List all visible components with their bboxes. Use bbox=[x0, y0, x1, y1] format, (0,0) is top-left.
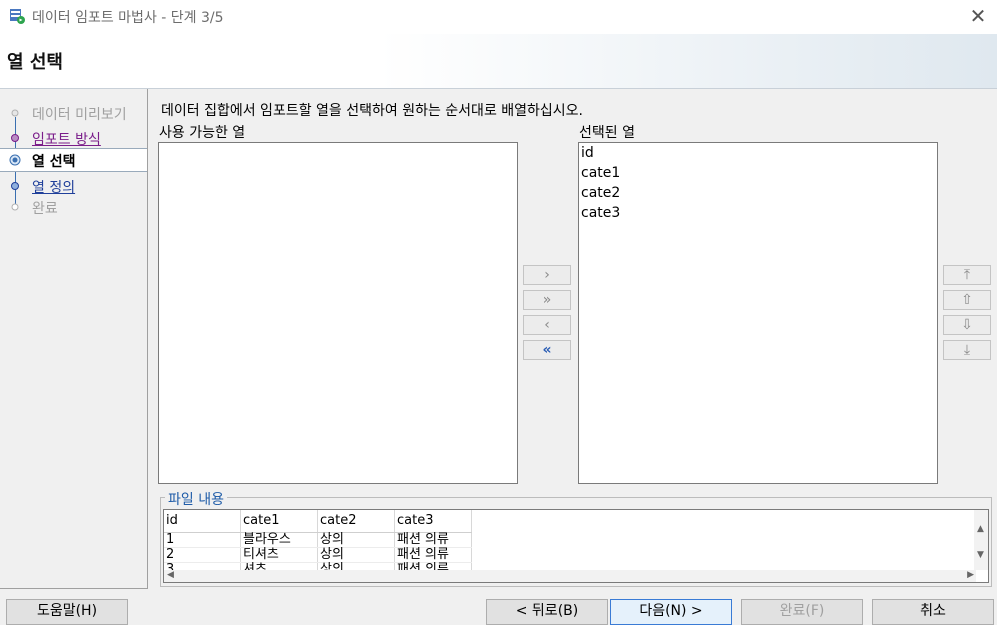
move-right-icon: › bbox=[544, 267, 550, 283]
title-bar: 데이터 임포트 마법사 - 단계 3/5 ✕ bbox=[0, 0, 997, 34]
move-top-button[interactable]: ⤒ bbox=[943, 265, 991, 285]
move-down-button[interactable]: ⇩ bbox=[943, 315, 991, 335]
move-left-icon: ‹ bbox=[544, 317, 550, 333]
file-content-grid[interactable]: id cate1 cate2 cate3 1 블라우스 상의 패션 의류 2 티… bbox=[163, 509, 989, 583]
step-pending-icon bbox=[11, 109, 19, 117]
nav-step-label[interactable]: 열 정의 bbox=[32, 177, 75, 197]
step-done-icon bbox=[11, 134, 19, 142]
nav-step-import-method[interactable]: 임포트 방식 bbox=[0, 127, 147, 149]
nav-step-label: 열 선택 bbox=[32, 154, 76, 170]
scroll-down-icon[interactable]: ▼ bbox=[977, 550, 984, 560]
nav-step-label[interactable]: 임포트 방식 bbox=[32, 129, 101, 149]
scroll-right-icon[interactable]: ▶ bbox=[967, 570, 974, 580]
scroll-up-icon[interactable]: ▲ bbox=[977, 524, 984, 534]
selected-columns-label: 선택된 열 bbox=[579, 125, 635, 141]
table-cell: 패션 의류 bbox=[394, 547, 472, 563]
table-row: 1 블라우스 상의 패션 의류 bbox=[164, 532, 472, 548]
finish-button[interactable]: 완료(F) bbox=[741, 599, 863, 625]
nav-step-label: 데이터 미리보기 bbox=[32, 107, 127, 123]
nav-step-data-preview: 데이터 미리보기 bbox=[0, 102, 147, 124]
table-row: 2 티셔츠 상의 패션 의류 bbox=[164, 547, 472, 563]
move-all-right-icon: » bbox=[542, 292, 552, 308]
window-title: 데이터 임포트 마법사 - 단계 3/5 bbox=[32, 10, 224, 26]
list-item[interactable]: cate1 bbox=[579, 163, 937, 183]
available-columns-list[interactable] bbox=[158, 142, 518, 484]
table-cell: 상의 bbox=[317, 547, 395, 563]
nav-step-define-columns[interactable]: 열 정의 bbox=[0, 175, 147, 197]
close-button[interactable]: ✕ bbox=[965, 4, 991, 28]
move-down-icon: ⇩ bbox=[961, 317, 973, 333]
instruction-text: 데이터 집합에서 임포트할 열을 선택하여 원하는 순서대로 배열하십시오. bbox=[161, 103, 583, 119]
list-item[interactable]: id bbox=[579, 143, 937, 163]
list-item[interactable]: cate2 bbox=[579, 183, 937, 203]
file-content-table: id cate1 cate2 cate3 1 블라우스 상의 패션 의류 2 티… bbox=[164, 510, 472, 578]
step-next-icon bbox=[11, 182, 19, 190]
next-button[interactable]: 다음(N) > bbox=[610, 599, 732, 625]
table-cell: 패션 의류 bbox=[394, 532, 472, 548]
move-up-icon: ⇧ bbox=[961, 292, 973, 308]
scroll-left-icon[interactable]: ◀ bbox=[167, 570, 174, 580]
table-cell: 1 bbox=[164, 532, 241, 548]
table-cell: 2 bbox=[164, 547, 241, 563]
file-content-legend: 파일 내용 bbox=[165, 489, 227, 509]
move-bottom-button[interactable]: ⤓ bbox=[943, 340, 991, 360]
selected-columns-list[interactable]: id cate1 cate2 cate3 bbox=[578, 142, 938, 484]
move-bottom-icon: ⤓ bbox=[963, 342, 971, 358]
page-title: 열 선택 bbox=[7, 52, 63, 73]
nav-step-label: 완료 bbox=[32, 201, 58, 217]
table-cell: 블라우스 bbox=[240, 532, 318, 548]
nav-step-finish: 완료 bbox=[0, 196, 147, 218]
column-header: cate3 bbox=[394, 510, 472, 533]
database-import-icon bbox=[9, 8, 25, 24]
wizard-header: 열 선택 bbox=[0, 34, 997, 89]
column-header: cate2 bbox=[317, 510, 395, 533]
column-header: cate1 bbox=[240, 510, 318, 533]
horizontal-scrollbar[interactable]: ◀ ▶ bbox=[164, 570, 976, 582]
move-right-button[interactable]: › bbox=[523, 265, 571, 285]
move-all-right-button[interactable]: » bbox=[523, 290, 571, 310]
move-up-button[interactable]: ⇧ bbox=[943, 290, 991, 310]
back-button[interactable]: < 뒤로(B) bbox=[486, 599, 608, 625]
table-cell: 티셔츠 bbox=[240, 547, 318, 563]
column-header: id bbox=[164, 510, 241, 533]
move-all-left-button[interactable]: « bbox=[523, 340, 571, 360]
vertical-scrollbar[interactable]: ▲ ▼ bbox=[974, 510, 988, 570]
wizard-step-nav: 데이터 미리보기 임포트 방식 열 선택 열 정의 완료 bbox=[0, 89, 148, 589]
move-all-left-icon: « bbox=[542, 342, 552, 358]
help-button[interactable]: 도움말(H) bbox=[6, 599, 128, 625]
step-current-icon bbox=[9, 154, 21, 166]
step-pending-icon bbox=[11, 203, 19, 211]
table-cell: 상의 bbox=[317, 532, 395, 548]
cancel-button[interactable]: 취소 bbox=[872, 599, 994, 625]
move-left-button[interactable]: ‹ bbox=[523, 315, 571, 335]
table-header-row: id cate1 cate2 cate3 bbox=[164, 510, 472, 533]
list-item[interactable]: cate3 bbox=[579, 203, 937, 223]
move-top-icon: ⤒ bbox=[963, 267, 971, 283]
nav-step-select-columns: 열 선택 bbox=[0, 148, 147, 172]
available-columns-label: 사용 가능한 열 bbox=[159, 125, 246, 141]
